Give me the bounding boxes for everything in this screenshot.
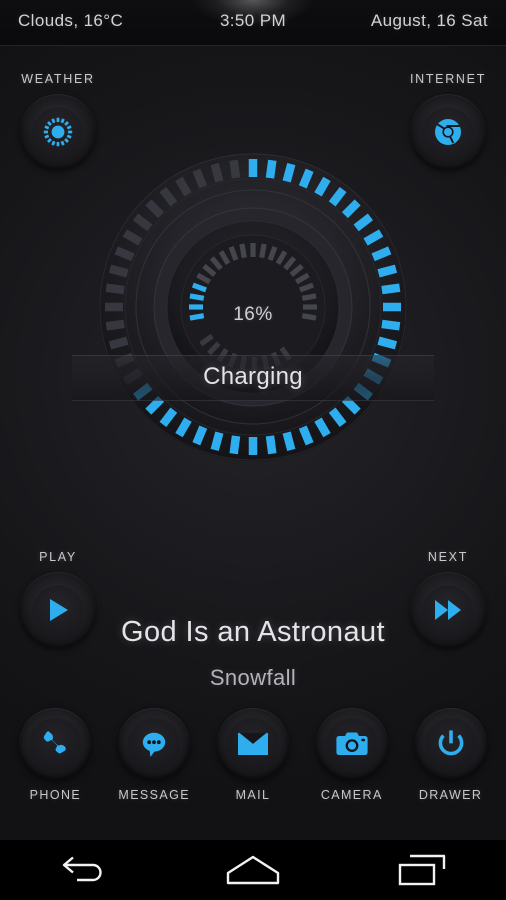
dock-label-camera: CAMERA [320, 788, 383, 802]
dock-label-mail: MAIL [235, 788, 271, 802]
shortcut-internet-button[interactable] [410, 94, 486, 170]
camera-icon [336, 732, 368, 755]
back-arrow-icon [63, 856, 102, 882]
dock-label-drawer: DRAWER [418, 788, 483, 802]
dock: PHONE MESSAGE MAIL CAMERA DRAWER [0, 708, 506, 826]
power-icon [438, 730, 463, 756]
wallpaper: WEATHER INTERNET 16% Charging PLAY NEXT … [0, 46, 506, 840]
navigation-bar [0, 840, 506, 900]
shortcut-weather-label: WEATHER [21, 72, 95, 86]
battery-percent-label: 16% [233, 304, 273, 325]
home-screen: Clouds, 16°C 3:50 PM August, 16 Sat WEAT… [0, 0, 506, 900]
dock-button-camera[interactable] [315, 708, 388, 780]
fast-forward-icon [435, 600, 461, 620]
media-next-label: NEXT [427, 550, 469, 564]
dock-button-phone[interactable] [19, 708, 92, 780]
status-bar[interactable]: Clouds, 16°C 3:50 PM August, 16 Sat [0, 0, 506, 46]
dock-item-drawer[interactable]: DRAWER [405, 708, 497, 802]
dock-button-drawer[interactable] [414, 708, 487, 780]
now-playing-track: Snowfall [209, 665, 297, 690]
charging-status-label: Charging [203, 363, 303, 390]
dock-button-message[interactable] [118, 708, 191, 780]
dock-item-camera[interactable]: CAMERA [306, 708, 398, 802]
dock-button-mail[interactable] [216, 708, 289, 780]
sun-icon [43, 117, 73, 147]
home-icon [226, 855, 280, 885]
shortcut-weather[interactable]: WEATHER [12, 72, 104, 170]
status-date: August, 16 Sat [370, 11, 488, 30]
dock-item-mail[interactable]: MAIL [207, 708, 299, 802]
chrome-icon [435, 119, 461, 145]
envelope-icon [237, 732, 269, 755]
battery-widget[interactable]: 16% Charging [72, 150, 434, 464]
nav-recents-button[interactable] [368, 840, 476, 900]
play-icon [50, 599, 68, 621]
dock-item-phone[interactable]: PHONE [9, 708, 101, 802]
message-bubble-icon [142, 732, 166, 757]
shortcut-internet[interactable]: INTERNET [402, 72, 494, 170]
media-play-label: PLAY [39, 550, 77, 564]
dock-item-message[interactable]: MESSAGE [108, 708, 200, 802]
dock-label-message: MESSAGE [118, 788, 190, 802]
recents-icon [398, 854, 445, 886]
now-playing-artist: God Is an Astronaut [121, 616, 385, 648]
shortcut-weather-button[interactable] [20, 94, 96, 170]
dock-label-phone: PHONE [29, 788, 82, 802]
phone-icon [44, 731, 67, 754]
nav-home-button[interactable] [199, 840, 307, 900]
nav-back-button[interactable] [30, 840, 138, 900]
shortcut-internet-label: INTERNET [409, 72, 487, 86]
now-playing[interactable]: God Is an Astronaut Snowfall [0, 616, 506, 691]
